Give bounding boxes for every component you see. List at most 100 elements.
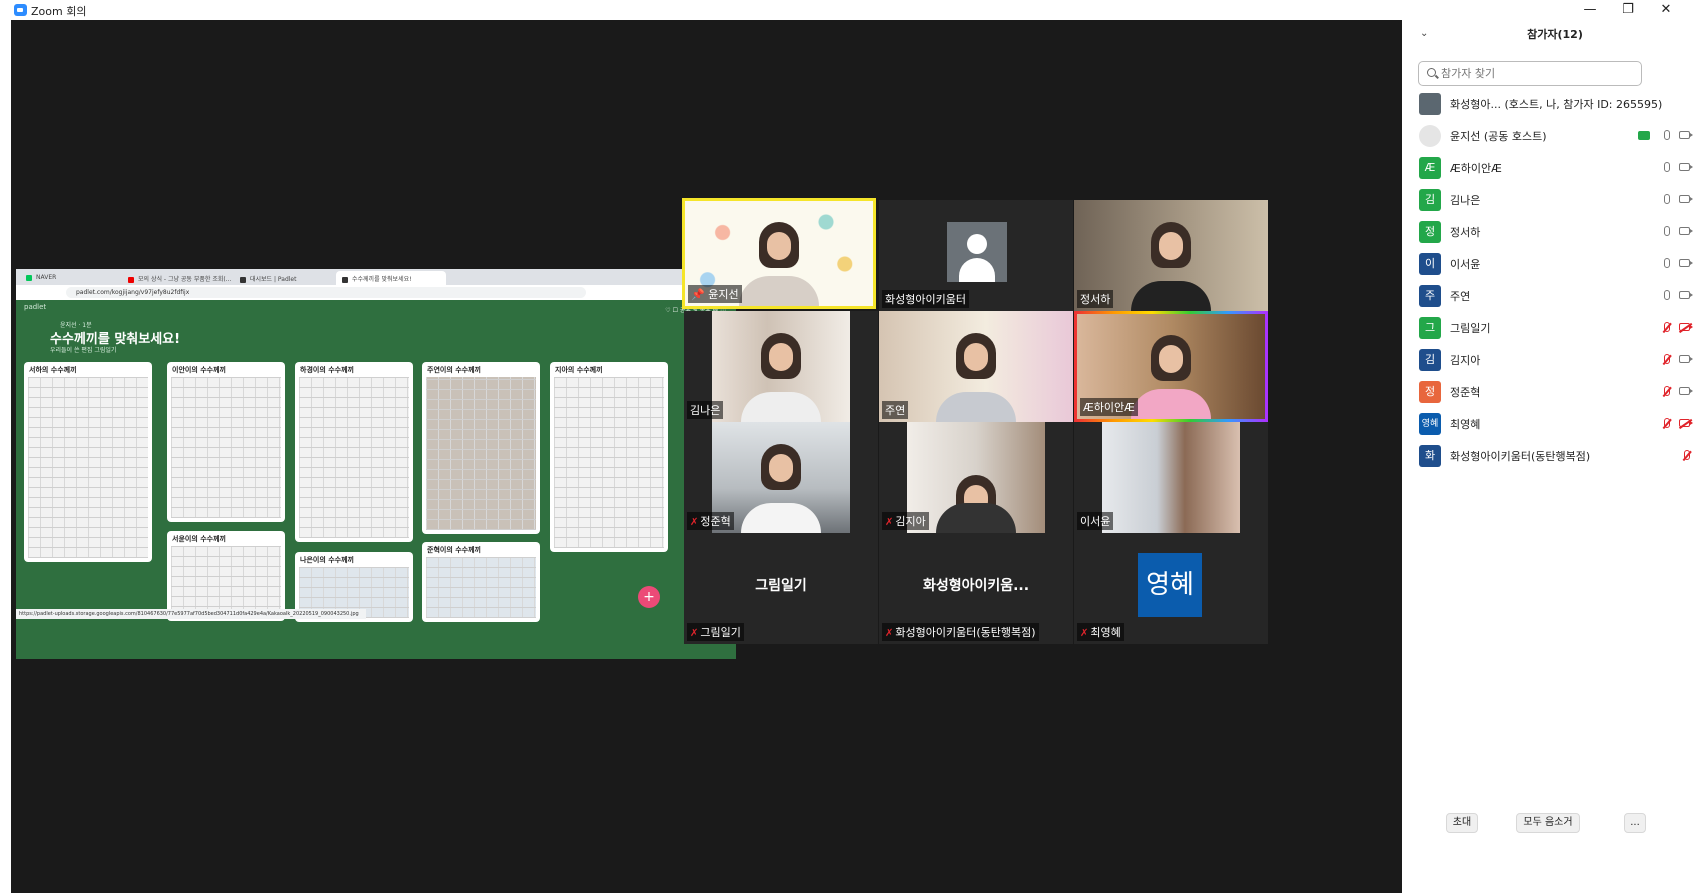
mic-muted-icon xyxy=(1662,322,1670,334)
padlet-card: 서윤이의 수수께끼 xyxy=(167,531,285,621)
participant-video xyxy=(759,222,799,268)
mic-icon xyxy=(1662,290,1670,302)
mute-all-button[interactable]: 모두 음소거 xyxy=(1516,813,1580,833)
participant-name: 정서하 xyxy=(1450,226,1481,239)
participant-row[interactable]: 윤지선 (공동 호스트) xyxy=(1402,120,1708,152)
mic-muted-icon xyxy=(1662,386,1670,398)
participant-name: 정준혁 xyxy=(1450,386,1481,399)
browser-tab: 대시보드 | Padlet xyxy=(234,271,334,285)
video-tile[interactable]: 주연 xyxy=(879,311,1073,422)
mic-icon xyxy=(1662,130,1670,142)
avatar: 김 xyxy=(1419,189,1441,211)
title-bar: Zoom 회의 — ❐ ✕ xyxy=(0,0,1708,20)
pin-icon: 📌 xyxy=(691,288,709,301)
screen-share-icon xyxy=(1638,131,1650,140)
avatar: 정 xyxy=(1419,221,1441,243)
more-options-button[interactable]: ... xyxy=(1624,813,1646,833)
worksheet-image xyxy=(171,377,281,518)
video-feed xyxy=(712,311,850,422)
participant-row[interactable]: 정 정준혁 xyxy=(1402,376,1708,408)
card-title: 나은이의 수수께끼 xyxy=(300,556,354,564)
camera-icon xyxy=(1679,259,1693,267)
restore-button[interactable]: ❐ xyxy=(1610,1,1646,19)
video-feed xyxy=(1102,422,1240,533)
padlet-card: 서하의 수수께끼 xyxy=(24,362,152,562)
zoom-icon xyxy=(14,4,27,16)
participant-row[interactable]: 주 주연 xyxy=(1402,280,1708,312)
participant-row[interactable]: 화 화성형아이키움터(동탄행복점) xyxy=(1402,440,1708,472)
participants-panel: ⌄ 참가자(12) 화성형아... (호스트, 나, 참가자 ID: 26559… xyxy=(1402,20,1708,893)
mic-muted-icon: ✗ xyxy=(885,628,894,639)
participant-video xyxy=(1151,222,1191,269)
browser-tab: NAVER xyxy=(20,271,120,285)
video-tile[interactable]: Æ하이안Æ xyxy=(1074,311,1268,422)
video-tile[interactable]: ✗ 김지아 xyxy=(879,422,1073,533)
padlet-card: 지아의 수수께끼 xyxy=(550,362,668,552)
card-title: 지아의 수수께끼 xyxy=(555,366,603,374)
avatar: Æ xyxy=(1419,157,1441,179)
camera-icon xyxy=(1679,387,1693,395)
avatar: 영혜 xyxy=(1419,413,1441,435)
browser-toolbar: padlet.com/kogjijang/v97jefy8u2fdfijx xyxy=(16,285,736,300)
participant-name: 이서윤 xyxy=(1450,258,1481,271)
participant-name: 주연 xyxy=(1450,290,1471,303)
camera-icon xyxy=(1679,291,1693,299)
card-title: 이안이의 수수께끼 xyxy=(172,366,226,374)
padlet-icon xyxy=(240,276,246,283)
participant-row[interactable]: 김 김지아 xyxy=(1402,344,1708,376)
tile-name-tag: ✗ 화성형아이키움터(동탄행복점) xyxy=(882,623,1039,641)
youtube-icon xyxy=(128,276,134,283)
card-title: 주연이의 수수께끼 xyxy=(427,366,481,374)
tile-name-tag: 정서하 xyxy=(1077,290,1114,308)
camera-icon xyxy=(1679,195,1693,203)
video-tile[interactable]: 김나은 xyxy=(684,311,878,422)
video-tile[interactable]: 영혜 ✗ 최영혜 xyxy=(1074,533,1268,644)
video-tile[interactable]: 이서윤 xyxy=(1074,422,1268,533)
participant-row[interactable]: 이 이서윤 xyxy=(1402,248,1708,280)
participant-row[interactable]: 정 정서하 xyxy=(1402,216,1708,248)
avatar: 그 xyxy=(1419,317,1441,339)
video-tile[interactable]: 정서하 xyxy=(1074,200,1268,311)
video-tile[interactable]: ✗ 정준혁 xyxy=(684,422,878,533)
close-button[interactable]: ✕ xyxy=(1648,1,1684,19)
worksheet-image xyxy=(28,377,148,558)
minimize-button[interactable]: — xyxy=(1572,1,1608,19)
browser-tab: 모의 상식 - 그냥 공동 부품한 조회(... xyxy=(122,271,232,285)
camera-icon xyxy=(1679,227,1693,235)
padlet-card: 이안이의 수수께끼 xyxy=(167,362,285,522)
browser-tab-active: 수수께끼를 맞춰보세요! xyxy=(336,271,446,285)
avatar: 김 xyxy=(1419,349,1441,371)
participant-row[interactable]: 그 그림일기 xyxy=(1402,312,1708,344)
worksheet-image xyxy=(554,377,664,548)
search-input[interactable] xyxy=(1441,65,1631,82)
video-tile[interactable]: 📌 윤지선 xyxy=(682,198,876,309)
video-tile[interactable]: 화성형아이키움터 xyxy=(879,200,1073,311)
invite-button[interactable]: 초대 xyxy=(1446,813,1478,833)
participant-row[interactable]: Æ Æ하이안Æ xyxy=(1402,152,1708,184)
add-post-button[interactable]: + xyxy=(638,586,660,608)
participant-video xyxy=(761,333,801,380)
status-url: https://padlet-uploads.storage.googleapi… xyxy=(16,609,366,619)
mic-icon xyxy=(1662,258,1670,270)
tile-name-tag: ✗ 김지아 xyxy=(882,512,929,530)
avatar: 이 xyxy=(1419,253,1441,275)
padlet-card: 주연이의 수수께끼 xyxy=(422,362,540,534)
avatar xyxy=(1419,125,1441,147)
video-tile[interactable]: 그림일기 ✗ 그림일기 xyxy=(684,533,878,644)
card-title: 하경이의 수수께끼 xyxy=(300,366,354,374)
participant-row[interactable]: 김 김나은 xyxy=(1402,184,1708,216)
participant-search[interactable] xyxy=(1418,61,1642,86)
avatar xyxy=(1419,93,1441,115)
mic-muted-icon: ✗ xyxy=(1080,628,1089,639)
worksheet-image xyxy=(171,546,281,617)
mic-icon xyxy=(1662,226,1670,238)
tile-name-tag: ✗ 정준혁 xyxy=(687,512,734,530)
camera-off-icon xyxy=(1679,323,1693,331)
mic-icon xyxy=(1662,162,1670,174)
search-icon xyxy=(1427,68,1436,77)
video-tile[interactable]: 화성형아이키움... ✗ 화성형아이키움터(동탄행복점) xyxy=(879,533,1073,644)
shared-screen: NAVER 모의 상식 - 그냥 공동 부품한 조회(... 대시보드 | Pa… xyxy=(16,269,736,659)
address-bar: padlet.com/kogjijang/v97jefy8u2fdfijx xyxy=(66,287,586,298)
participant-row[interactable]: 화성형아... (호스트, 나, 참가자 ID: 265595) xyxy=(1402,88,1708,120)
participant-row[interactable]: 영혜 최영혜 xyxy=(1402,408,1708,440)
